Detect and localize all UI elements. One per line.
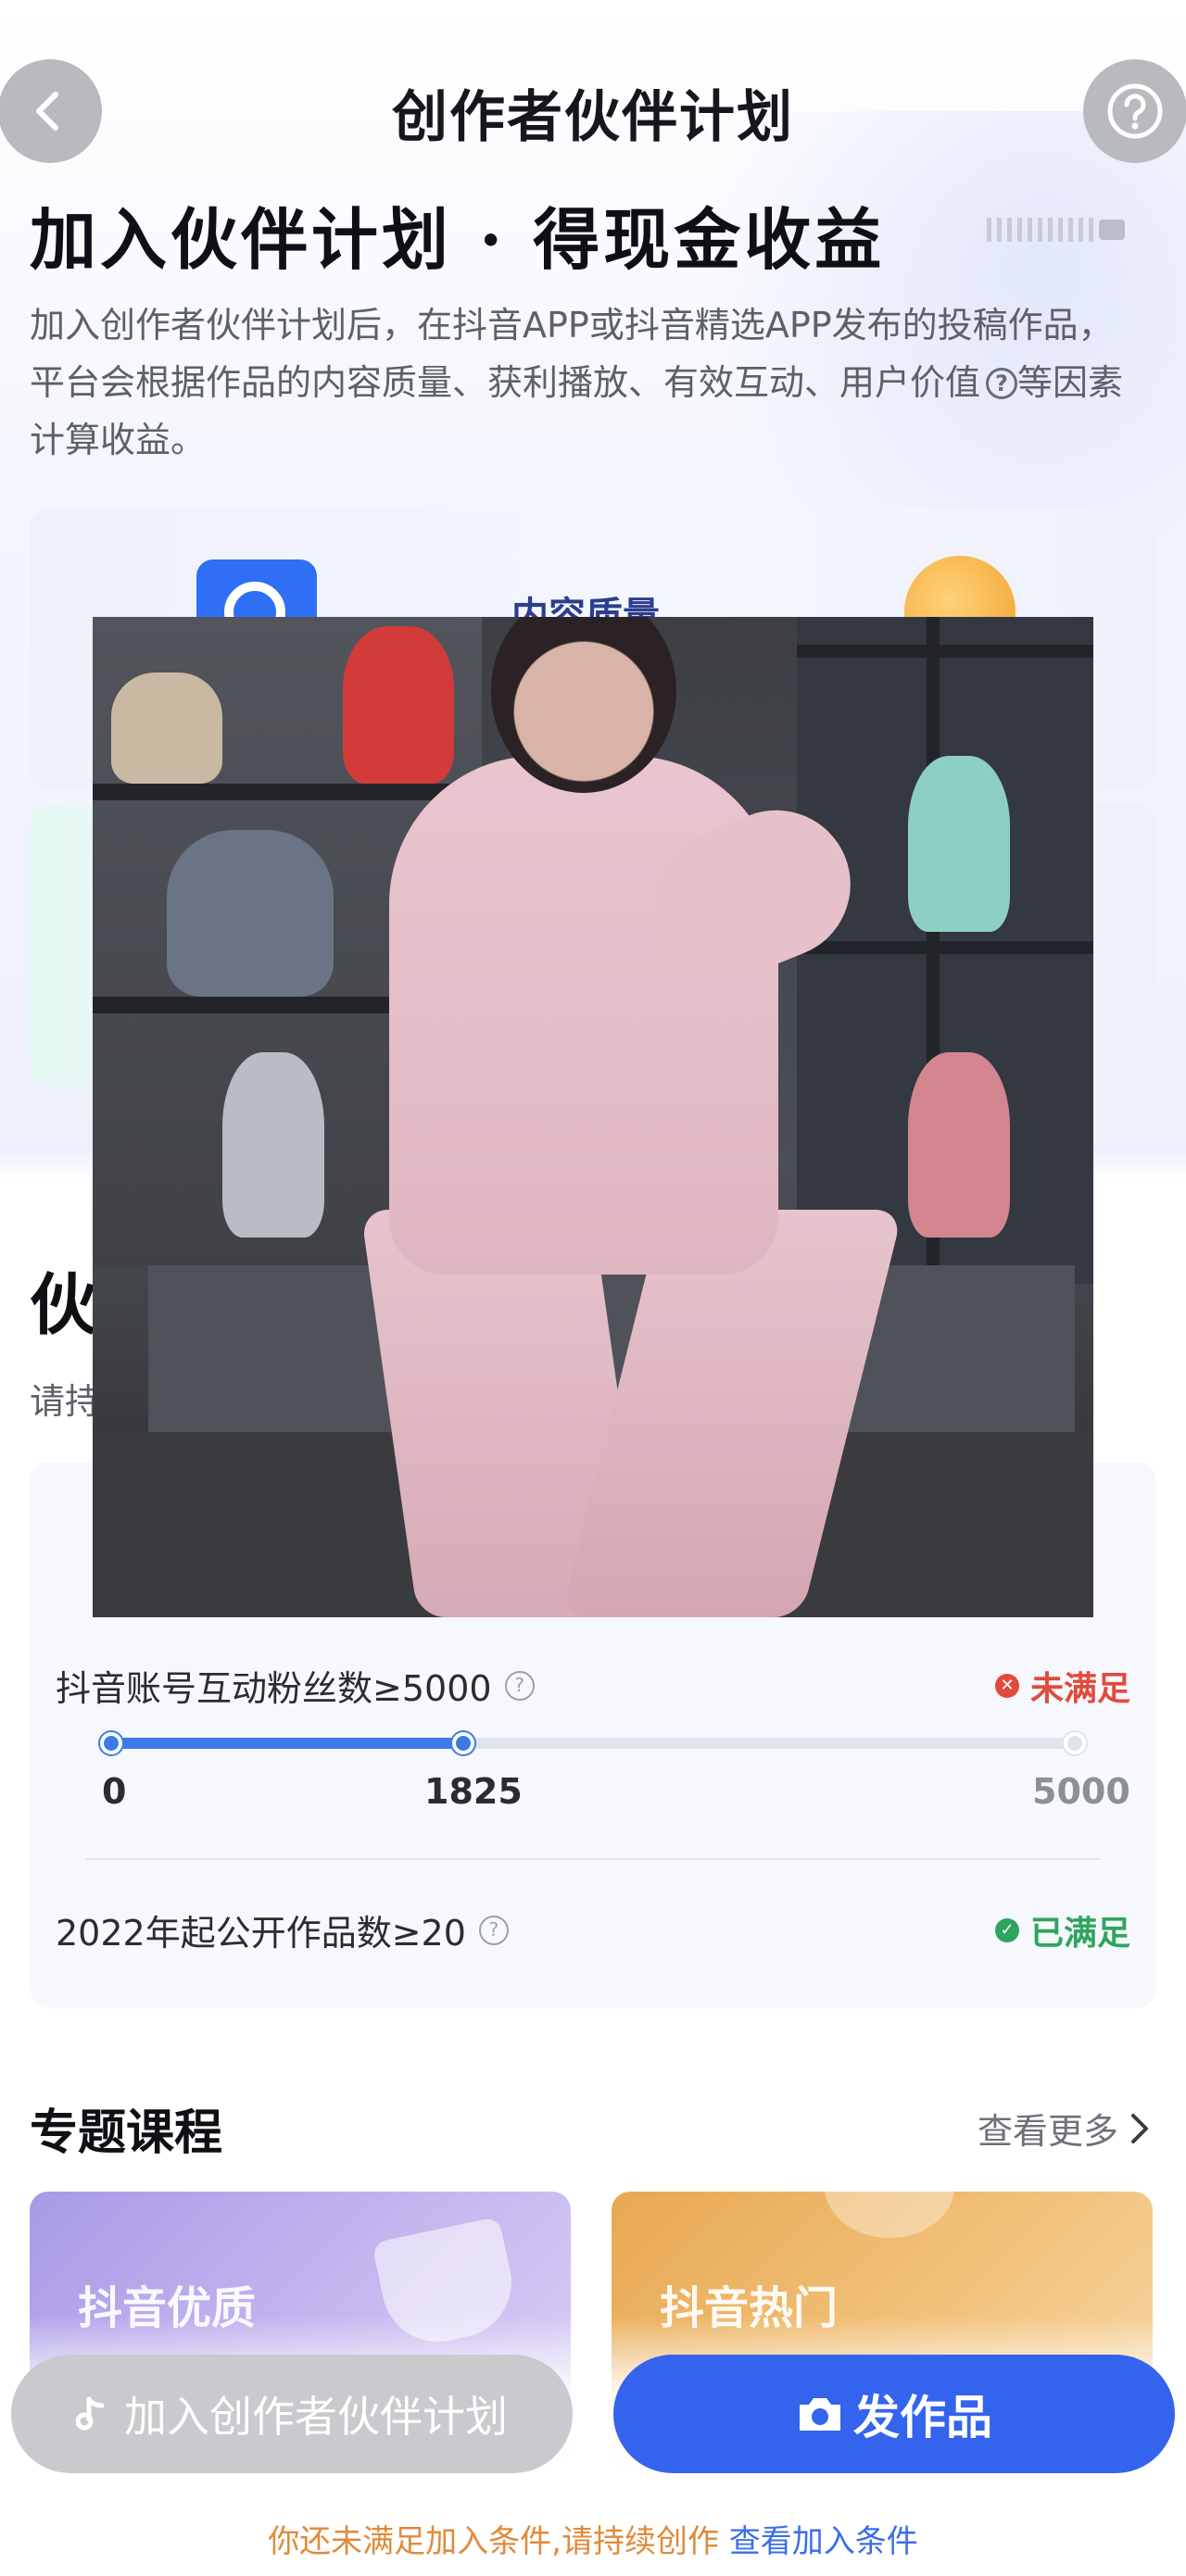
progress-tick-max: 5000 [1032, 1771, 1130, 1812]
video-shelf [797, 941, 1093, 954]
video-figure [343, 626, 454, 784]
question-circle-icon[interactable]: ? [478, 1915, 509, 1945]
partner-section-title: 伙 [30, 1266, 97, 1344]
requirement-label: 2022年起公开作品数≥20 ? [56, 1904, 509, 1955]
courses-section-title: 专题课程 [30, 2105, 223, 2161]
video-figure [111, 672, 222, 784]
requirement-label: 抖音账号互动粉丝数≥5000 ? [56, 1660, 535, 1711]
view-more-label: 查看更多 [978, 2111, 1119, 2152]
music-note-icon [76, 2396, 105, 2431]
check-circle-icon: ✓ [994, 1917, 1019, 1942]
post-work-button[interactable]: 发作品 [613, 2355, 1175, 2473]
camera-icon [800, 2398, 840, 2431]
requirement-text: 抖音账号互动粉丝数≥5000 [56, 1668, 492, 1709]
fans-progress-fill [111, 1738, 463, 1749]
status-text: 已满足 [1029, 1914, 1130, 1953]
partner-section-subtitle: 请持 [30, 1381, 101, 1422]
close-circle-icon: ✕ [994, 1673, 1019, 1698]
question-circle-icon[interactable]: ? [504, 1670, 535, 1701]
hero-description: 加入创作者伙伴计划后，在抖音APP或抖音精选APP发布的投稿作品，平台会根据作品… [30, 296, 1142, 469]
chevron-right-icon [1131, 2113, 1149, 2143]
join-button-label: 加入创作者伙伴计划 [124, 2392, 508, 2442]
progress-current-knob [452, 1732, 474, 1754]
question-circle-icon [1107, 83, 1163, 139]
hero-description-text: 加入创作者伙伴计划后，在抖音APP或抖音精选APP发布的投稿作品，平台会根据作品… [30, 305, 1114, 403]
requirement-row-works: 2022年起公开作品数≥20 ? ✓ 已满足 [56, 1904, 1130, 1955]
video-figure [908, 756, 1010, 932]
video-figure [167, 830, 334, 997]
requirement-row-fans: 抖音账号互动粉丝数≥5000 ? ✕ 未满足 [56, 1660, 1130, 1711]
row-divider [85, 1858, 1101, 1860]
post-button-label: 发作品 [853, 2391, 992, 2444]
view-conditions-link[interactable]: 查看加入条件 [729, 2523, 918, 2560]
join-condition-note: 你还未满足加入条件,请持续创作 查看加入条件 [0, 2516, 1186, 2561]
video-shelf [93, 784, 482, 800]
hero-decoration [987, 215, 1154, 245]
note-text: 你还未满足加入条件,请持续创作 [268, 2523, 719, 2560]
requirement-text: 2022年起公开作品数≥20 [56, 1913, 466, 1954]
status-badge-unmet: ✕ 未满足 [994, 1662, 1130, 1710]
hero-title: 加入伙伴计划 · 得现金收益 [30, 200, 886, 279]
progress-end-knob [1064, 1732, 1086, 1754]
progress-tick-min: 0 [102, 1771, 127, 1812]
video-overlay[interactable] [93, 617, 1093, 1617]
status-badge-met: ✓ 已满足 [994, 1906, 1130, 1954]
question-circle-icon[interactable]: ? [986, 368, 1018, 399]
view-more-link[interactable]: 查看更多 [978, 2103, 1152, 2154]
decoration-shape [825, 2192, 954, 2238]
video-figure [908, 1052, 1010, 1238]
fans-progress-track [100, 1732, 1086, 1754]
join-partner-plan-button[interactable]: 加入创作者伙伴计划 [11, 2355, 573, 2473]
status-text: 未满足 [1029, 1669, 1130, 1708]
progress-tick-current: 1825 [424, 1771, 523, 1812]
page-title: 创作者伙伴计划 [392, 85, 794, 150]
progress-start-knob [100, 1732, 122, 1754]
video-shelf [797, 645, 1093, 658]
help-button[interactable] [1083, 59, 1186, 163]
video-figure [222, 1052, 324, 1238]
